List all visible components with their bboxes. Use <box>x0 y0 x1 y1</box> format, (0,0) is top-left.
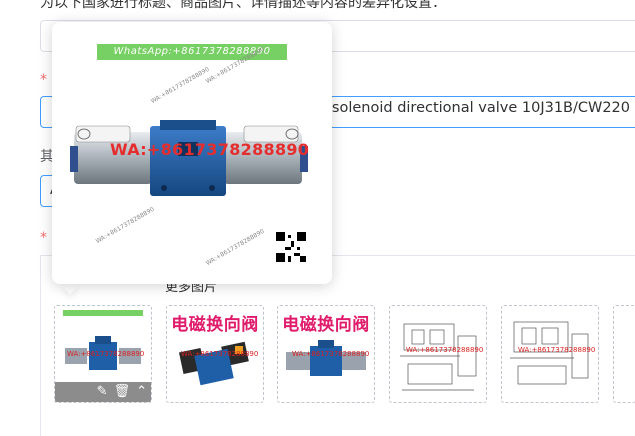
image-thumbnail-2[interactable]: 电磁换向阀 WA:+8617378288890 <box>166 305 264 403</box>
preview-watermark: WA:+8617378288890 <box>110 140 310 159</box>
delete-icon[interactable]: 🗑 <box>114 382 131 402</box>
technical-drawing <box>400 323 477 391</box>
qr-code-icon <box>276 232 306 262</box>
thumbnail-watermark: WA:+8617378288890 <box>67 350 145 358</box>
image-thumbnail-3[interactable]: 电磁换向阀 WA:+8617378288890 <box>277 305 375 403</box>
instruction-text: 为以下国家进行标题、商品图片、详情描述等内容的差异化设置： <box>40 0 446 11</box>
required-mark: * <box>40 72 47 88</box>
edit-icon[interactable]: ✎ <box>97 382 108 402</box>
move-up-icon[interactable]: ⌃ <box>136 382 147 402</box>
image-thumbnail-1[interactable]: WA:+8617378288890 ✎ 🗑 ⌃ <box>54 305 152 403</box>
thumbnail-watermark: WA:+8617378288890 <box>292 350 370 358</box>
image-thumbnail-5[interactable]: WA:+8617378288890 <box>501 305 599 403</box>
required-mark-images: * <box>40 230 47 246</box>
thumbnail-watermark: WA:+8617378288890 <box>406 346 484 354</box>
image-thumbnail-6[interactable] <box>613 305 635 403</box>
thumbnail-actions: ✎ 🗑 ⌃ <box>55 382 151 402</box>
image-preview-popup: WhatsApp:+8617378288890 WA:+861737828889… <box>52 22 332 284</box>
technical-drawing <box>510 321 589 385</box>
thumbnail-watermark: WA:+8617378288890 <box>518 346 596 354</box>
title-value: 5L solenoid directional valve 10J31B/CW2… <box>310 100 635 116</box>
thumbnail-watermark: WA:+8617378288890 <box>181 350 259 358</box>
image-thumbnail-4[interactable]: WA:+8617378288890 <box>389 305 487 403</box>
